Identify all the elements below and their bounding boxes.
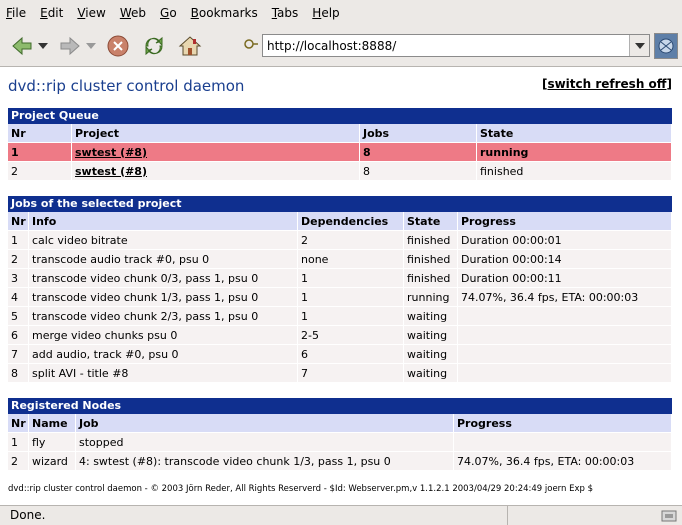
menu-view[interactable]: View [77,6,105,20]
project-queue-section: Project Queue Nr Project Jobs State 1 sw… [8,108,672,181]
jobs-table: Nr Info Dependencies State Progress 1 cal… [8,212,672,383]
column-header: Name [29,414,76,433]
menu-go[interactable]: Go [160,6,177,20]
table-row: 4 transcode video chunk 1/3, pass 1, psu … [8,288,672,307]
back-button[interactable] [8,32,36,60]
url-history-dropdown[interactable] [629,35,649,56]
chevron-down-icon [38,42,48,49]
jobs-section: Jobs of the selected project Nr Info Dep… [8,196,672,383]
table-row: 7 add audio, track #0, psu 0 6 waiting [8,345,672,364]
url-input[interactable] [263,35,629,56]
forward-button[interactable] [56,32,84,60]
section-heading: Registered Nodes [8,398,672,414]
security-status-icon [661,510,677,521]
menu-tabs[interactable]: Tabs [272,6,299,20]
table-row[interactable]: 1 swtest (#8) 8 running [8,143,672,162]
project-queue-table: Nr Project Jobs State 1 swtest (#8) 8 ru… [8,124,672,181]
page-content: dvd::rip cluster control daemon [switch … [0,68,682,504]
column-header: Info [29,212,298,231]
column-header: Jobs [360,124,477,143]
column-header: Project [72,124,360,143]
stop-icon [107,35,129,56]
forward-history-dropdown[interactable] [84,32,98,60]
column-header: Dependencies [298,212,404,231]
table-row: 2 wizard 4: swtest (#8): transcode video c… [8,452,672,471]
column-header: Nr [8,414,29,433]
table-row: 5 transcode video chunk 2/3, pass 1, psu … [8,307,672,326]
table-row[interactable]: 2 swtest (#8) 8 finished [8,162,672,181]
column-header: State [404,212,458,231]
table-row: 3 transcode video chunk 0/3, pass 1, psu … [8,269,672,288]
section-heading: Jobs of the selected project [8,196,672,212]
page-title: dvd::rip cluster control daemon [8,77,245,95]
column-header: Progress [458,212,672,231]
table-row: 2 transcode audio track #0, psu 0 none fini… [8,250,672,269]
go-bookmark-icon [244,39,258,49]
nodes-table: Nr Name Job Progress 1 fly stopped 2 wizard… [8,414,672,471]
column-header: Job [76,414,454,433]
menu-bookmarks[interactable]: Bookmarks [191,6,258,20]
table-row: 8 split AVI - title #8 7 waiting [8,364,672,383]
table-row: 6 merge video chunks psu 0 2-5 waiting [8,326,672,345]
column-header: State [477,124,672,143]
page-footer: dvd::rip cluster control daemon - © 2003… [8,484,594,494]
forward-arrow-icon [60,36,80,55]
menu-bar: File Edit View Web Go Bookmarks Tabs Hel… [0,0,682,25]
status-text: Done. [0,506,508,525]
project-link[interactable]: swtest (#8) [75,146,147,159]
back-history-dropdown[interactable] [36,32,50,60]
reload-icon [145,36,163,55]
reload-button[interactable] [140,32,168,60]
column-header: Nr [8,124,72,143]
navigation-toolbar [0,25,682,67]
table-row: 1 fly stopped [8,433,672,452]
stop-button[interactable] [104,32,132,60]
table-row: 1 calc video bitrate 2 finished Duration 00:… [8,231,672,250]
home-icon [178,35,202,55]
menu-file[interactable]: File [6,6,26,20]
switch-refresh-link[interactable]: switch refresh off [547,77,666,91]
status-bar: Done. [0,505,682,525]
menu-web[interactable]: Web [120,6,146,20]
nodes-section: Registered Nodes Nr Name Job Progress 1f… [8,398,672,471]
menu-help[interactable]: Help [312,6,339,20]
section-heading: Project Queue [8,108,672,124]
browser-logo-icon [658,38,674,54]
throbber [654,33,678,59]
refresh-toggle: [switch refresh off] [541,77,672,91]
chevron-down-icon [86,42,96,49]
project-link[interactable]: swtest (#8) [75,165,147,178]
column-header: Nr [8,212,29,231]
home-button[interactable] [176,32,204,60]
menu-edit[interactable]: Edit [40,6,63,20]
column-header: Progress [454,414,672,433]
address-bar [262,34,650,57]
back-arrow-icon [12,36,32,55]
chevron-down-icon [634,42,645,49]
